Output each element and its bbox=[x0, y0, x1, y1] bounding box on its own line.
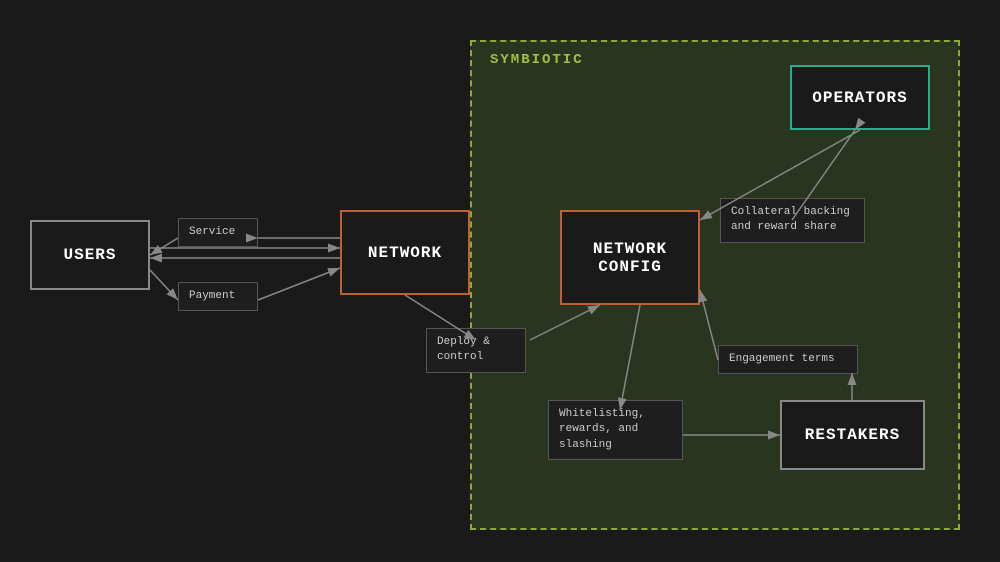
users-label: USERS bbox=[63, 246, 116, 264]
deploy-label-box: Deploy &control bbox=[426, 328, 526, 373]
operators-box: OPERATORS bbox=[790, 65, 930, 130]
symbiotic-label: SYMBIOTIC bbox=[490, 52, 584, 68]
network-label: NETWORK bbox=[368, 244, 442, 262]
diagram-container: SYMBIOTIC USERS NETWORK NETWORKCONFIG OP… bbox=[0, 0, 1000, 562]
service-label: Service bbox=[189, 226, 235, 238]
network-config-label: NETWORKCONFIG bbox=[593, 240, 667, 276]
network-box: NETWORK bbox=[340, 210, 470, 295]
service-label-box: Service bbox=[178, 218, 258, 247]
collateral-label-box: Collateral backing and reward share bbox=[720, 198, 865, 243]
payment-arrow-left bbox=[150, 270, 178, 300]
payment-label: Payment bbox=[189, 290, 235, 302]
payment-label-box: Payment bbox=[178, 282, 258, 311]
engagement-label: Engagement terms bbox=[729, 353, 835, 365]
whitelisting-label: Whitelisting,rewards, andslashing bbox=[559, 408, 645, 451]
whitelisting-label-box: Whitelisting,rewards, andslashing bbox=[548, 400, 683, 460]
collateral-label: Collateral backing and reward share bbox=[731, 206, 850, 233]
users-box: USERS bbox=[30, 220, 150, 290]
deploy-label: Deploy &control bbox=[437, 336, 490, 363]
network-config-box: NETWORKCONFIG bbox=[560, 210, 700, 305]
engagement-label-box: Engagement terms bbox=[718, 345, 858, 374]
restakers-box: RESTAKERS bbox=[780, 400, 925, 470]
service-arrow-left bbox=[150, 238, 178, 255]
payment-arrow-right bbox=[258, 268, 340, 300]
restakers-label: RESTAKERS bbox=[805, 426, 900, 444]
operators-label: OPERATORS bbox=[812, 89, 907, 107]
